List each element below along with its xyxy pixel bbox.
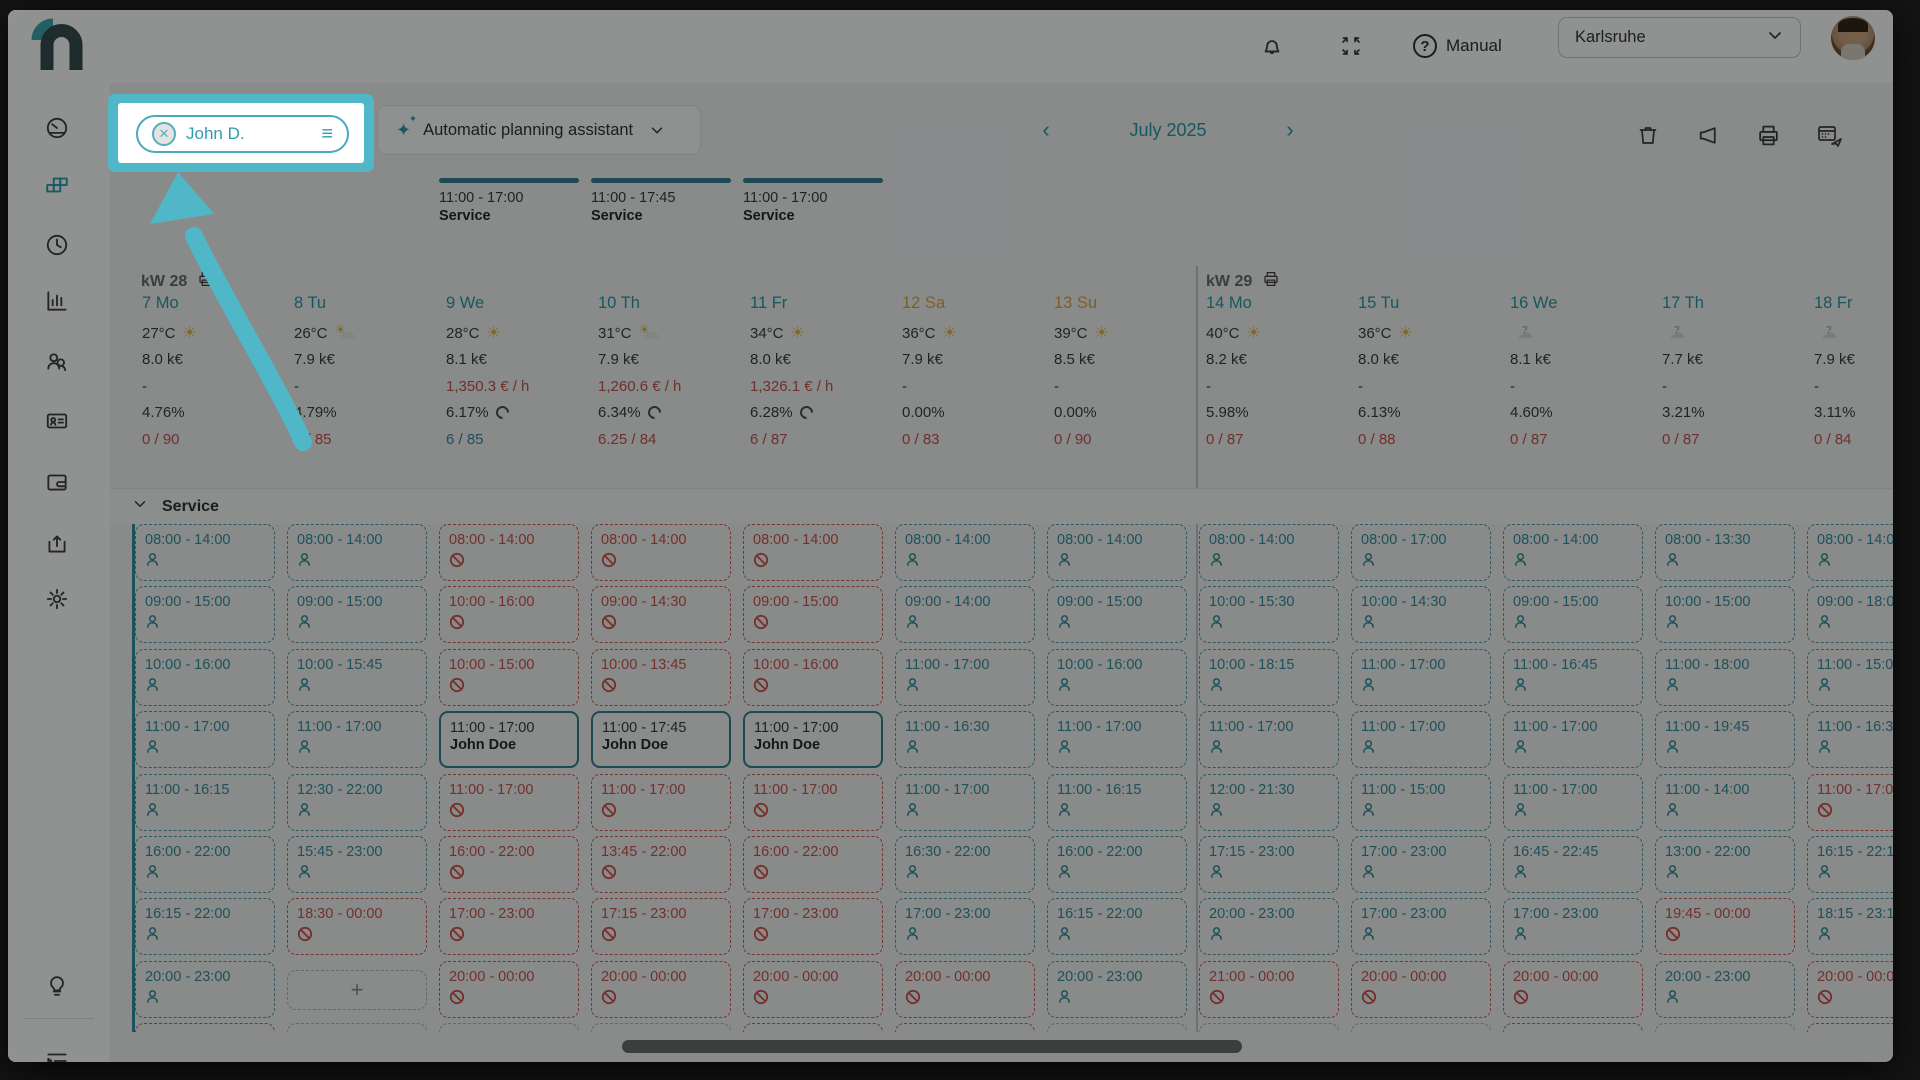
employee-filter-chip[interactable]: ✕ John D. ≡: [136, 115, 349, 153]
clear-filter-icon[interactable]: ✕: [152, 122, 176, 146]
hamburger-icon[interactable]: ≡: [321, 129, 333, 139]
filter-chip-label: John D.: [186, 124, 245, 144]
highlight-box: ✕ John D. ≡: [108, 94, 374, 172]
app-window: ? Manual Karlsruhe: [8, 10, 1893, 1062]
